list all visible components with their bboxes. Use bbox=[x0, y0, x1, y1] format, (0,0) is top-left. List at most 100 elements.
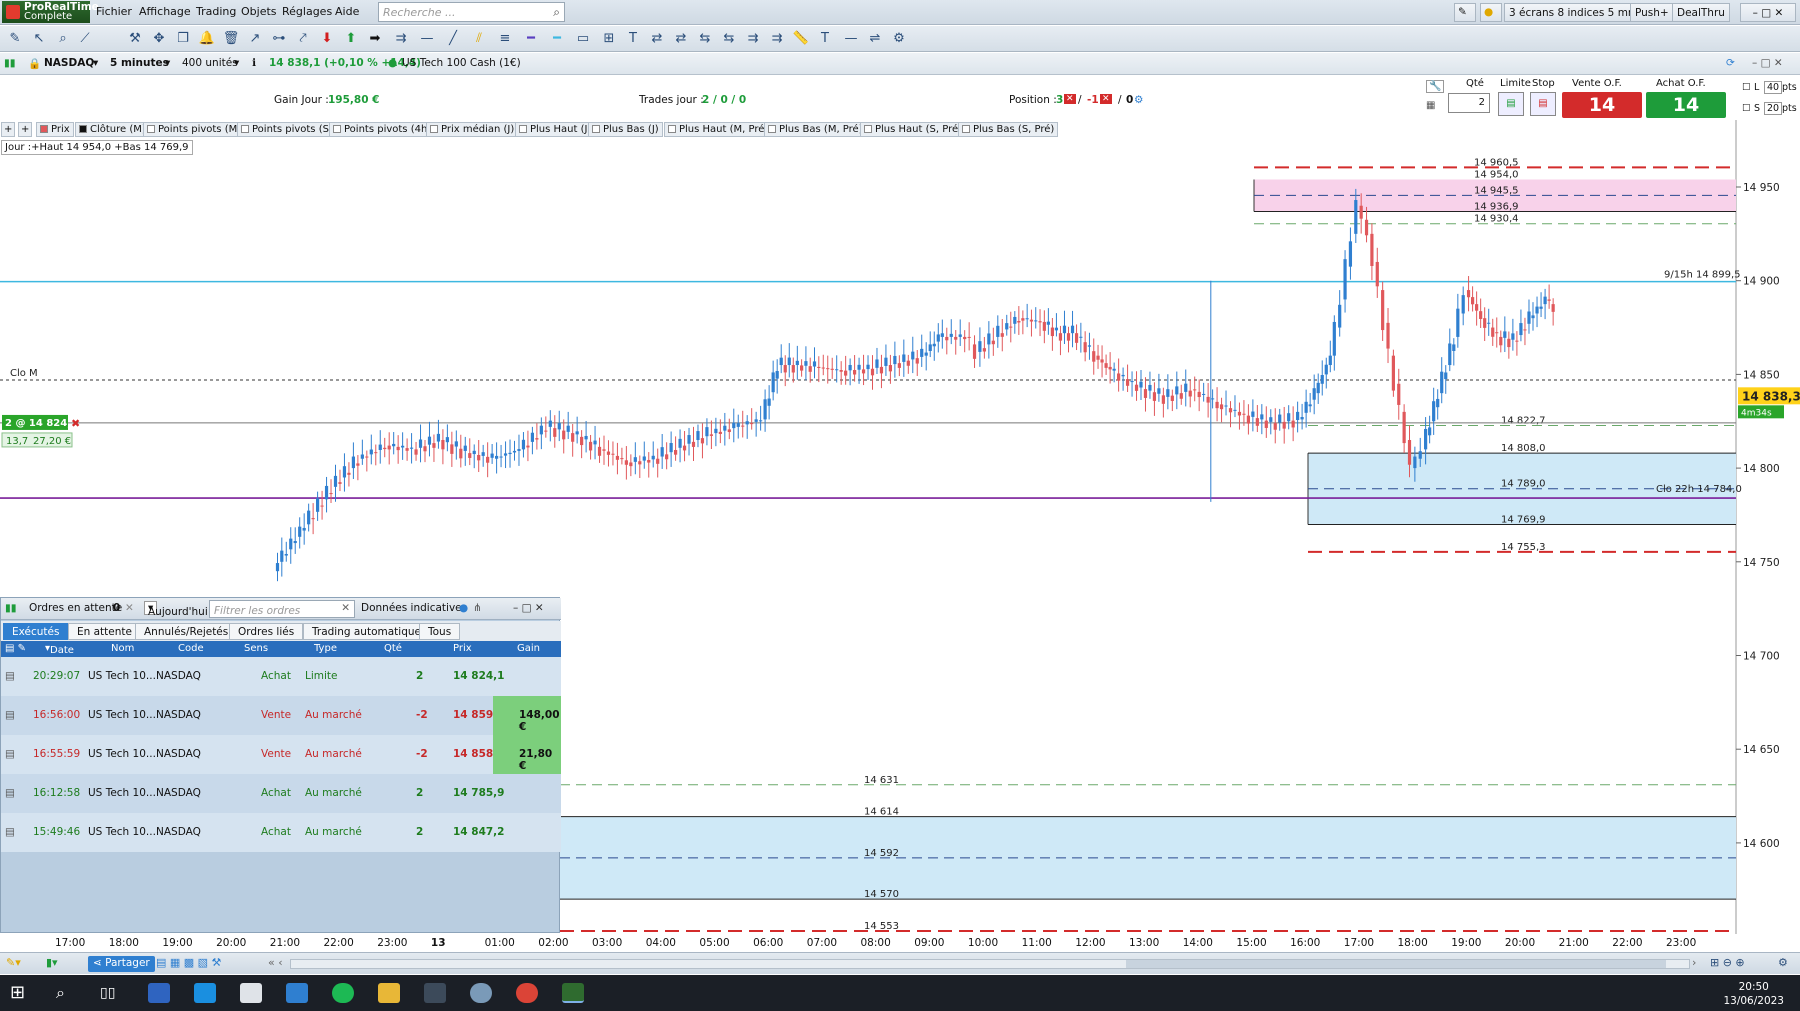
share-button[interactable]: ⋖ Partager bbox=[88, 956, 155, 972]
col-name[interactable]: Nom bbox=[111, 643, 134, 654]
ruler2-icon[interactable]: 📏 bbox=[792, 30, 810, 48]
legend-item[interactable]: Prix bbox=[36, 122, 74, 137]
add-indicator-icon[interactable]: + bbox=[1, 122, 16, 137]
level6-icon[interactable]: ⇉ bbox=[768, 30, 786, 48]
horizontal-line-blue-icon[interactable]: ━ bbox=[548, 30, 566, 48]
settings-wheel-icon[interactable]: ⚙ bbox=[890, 30, 908, 48]
up-arrow-icon[interactable]: ⬆ bbox=[342, 30, 360, 48]
position-settings-icon[interactable]: ⚙ bbox=[1134, 94, 1143, 106]
l-checkbox[interactable]: ☐ bbox=[1742, 82, 1751, 93]
lock-icon[interactable]: 🔒 bbox=[28, 57, 41, 70]
period-dropdown[interactable]: Aujourd'hui ▾ bbox=[144, 601, 208, 618]
ruler-icon[interactable]: ⟋ bbox=[76, 30, 94, 48]
limit-order-button[interactable]: ▤ bbox=[1498, 92, 1524, 116]
menu-fichier[interactable]: Fichier bbox=[96, 5, 132, 18]
multi-tool-icon[interactable]: ⊞ bbox=[600, 30, 618, 48]
word-icon[interactable] bbox=[148, 983, 170, 1003]
prorealtime-logo[interactable]: ProRealTime Complete bbox=[2, 1, 99, 23]
right-arrow-icon[interactable]: ➡ bbox=[366, 30, 384, 48]
search-input[interactable]: Recherche ... ⌕ bbox=[378, 2, 565, 22]
text2-icon[interactable]: T bbox=[816, 30, 834, 48]
wrench-icon[interactable]: 🔧 bbox=[1426, 80, 1445, 93]
legend-item[interactable]: Plus Bas (S, Pré) bbox=[958, 122, 1059, 137]
zoom-controls-icon[interactable]: ⊞ ⊖ ⊕ bbox=[1710, 956, 1745, 969]
settings-icon[interactable]: ⚙ bbox=[1778, 956, 1788, 969]
col-qty[interactable]: Qté bbox=[384, 643, 402, 654]
push-plus-button[interactable]: Push+ bbox=[1630, 3, 1674, 22]
level3-icon[interactable]: ⇆ bbox=[696, 30, 714, 48]
menu-reglages[interactable]: Réglages bbox=[282, 5, 332, 18]
units-dropdown-icon[interactable]: ▾ bbox=[234, 57, 239, 69]
rectangle-icon[interactable]: ▭ bbox=[574, 30, 592, 48]
sync-icon[interactable]: ⟳ bbox=[1726, 57, 1735, 69]
instrument-dropdown-icon[interactable]: ▾ bbox=[93, 57, 98, 69]
tab-ordres-lies[interactable]: Ordres liés bbox=[229, 623, 304, 640]
level5-icon[interactable]: ⇉ bbox=[744, 30, 762, 48]
legend-item[interactable]: Points pivots (M) bbox=[143, 122, 246, 137]
calculator-icon[interactable]: ▦ bbox=[1426, 100, 1435, 111]
table-row[interactable]: ▤ 16:12:58 US Tech 10... NASDAQ Achat Au marc… bbox=[1, 774, 561, 813]
mail-icon[interactable] bbox=[240, 983, 262, 1003]
task-view-icon[interactable]: ▯▯ bbox=[100, 983, 122, 1003]
channel-icon[interactable]: ⫽ bbox=[470, 30, 488, 48]
close-short-icon[interactable]: ✕ bbox=[1100, 94, 1112, 104]
legend-item[interactable]: Plus Haut (J) bbox=[515, 122, 596, 137]
chart-window-controls[interactable]: – □ ✕ bbox=[1752, 57, 1783, 69]
sell-button[interactable]: 14 837,6 bbox=[1562, 92, 1642, 142]
dealthru-button[interactable]: DealThru bbox=[1672, 3, 1730, 22]
layout-selector[interactable]: 3 écrans 8 indices 5 mn bbox=[1504, 3, 1640, 22]
windows-start-icon[interactable]: ⊞ bbox=[10, 983, 32, 1003]
text-icon[interactable]: T bbox=[624, 30, 642, 48]
menu-aide[interactable]: Aide bbox=[335, 5, 359, 18]
legend-item[interactable]: Clôture (M) bbox=[75, 122, 150, 137]
filter-clear-icon[interactable]: ✕ bbox=[341, 602, 350, 614]
level4-icon[interactable]: ⇆ bbox=[720, 30, 738, 48]
menu-objets[interactable]: Objets bbox=[241, 5, 277, 18]
tools-icon[interactable]: ⚒ bbox=[126, 30, 144, 48]
copy-icon[interactable]: ❐ bbox=[174, 30, 192, 48]
s-pts-input[interactable]: 20 bbox=[1764, 102, 1783, 115]
system-clock[interactable]: 20:50 13/06/2023 bbox=[1723, 980, 1784, 1008]
col-type[interactable]: Type bbox=[314, 643, 337, 654]
workspace-icon[interactable]: ✎▾ bbox=[6, 956, 21, 969]
bottom-tools-icon[interactable]: ▤ ▦ ▩ ▧ ⚒ bbox=[156, 956, 221, 969]
add-indicator-2-icon[interactable]: + bbox=[18, 122, 33, 137]
diagonal-icon[interactable]: ╱ bbox=[444, 30, 462, 48]
col-price[interactable]: Prix bbox=[453, 643, 472, 654]
settings-taskbar-icon[interactable] bbox=[470, 983, 492, 1003]
legend-item[interactable]: Plus Haut (S, Pré) bbox=[860, 122, 967, 137]
legend-item[interactable]: Points pivots (4h) bbox=[329, 122, 436, 137]
info-bubble-icon[interactable]: ● bbox=[459, 602, 468, 614]
legend-item[interactable]: Points pivots (S) bbox=[237, 122, 337, 137]
qty-input[interactable]: 2 bbox=[1448, 93, 1490, 113]
magic-tool-icon[interactable]: ✎ bbox=[1454, 3, 1476, 22]
scroll-left-icon[interactable]: « ‹ bbox=[268, 956, 283, 969]
tab-en-attente[interactable]: En attente bbox=[68, 623, 141, 640]
segment-icon[interactable]: ⊶ bbox=[270, 30, 288, 48]
trade-icon[interactable]: ⇌ bbox=[866, 30, 884, 48]
level-icon[interactable]: ⇄ bbox=[648, 30, 666, 48]
tab-annules[interactable]: Annulés/Rejetés bbox=[135, 623, 238, 640]
col-gain[interactable]: Gain bbox=[517, 643, 540, 654]
chrome-icon[interactable] bbox=[516, 983, 538, 1003]
col-code[interactable]: Code bbox=[178, 643, 204, 654]
chart-type-icon[interactable]: ▮▮ bbox=[4, 57, 16, 69]
pointer-icon[interactable]: ↖ bbox=[30, 30, 48, 48]
alert-bell-icon[interactable]: ● bbox=[1480, 3, 1502, 22]
down-arrow-icon[interactable]: ⬇ bbox=[318, 30, 336, 48]
alert-icon[interactable]: 🔔 bbox=[198, 30, 216, 48]
tab-trading-auto[interactable]: Trading automatique bbox=[303, 623, 430, 640]
trash-icon[interactable]: 🗑 bbox=[222, 30, 240, 48]
legend-item[interactable]: Plus Haut (M, Pré) bbox=[664, 122, 773, 137]
menu-trading[interactable]: Trading bbox=[196, 5, 236, 18]
search-icon[interactable]: ⌕ bbox=[553, 5, 560, 20]
move-icon[interactable]: ✥ bbox=[150, 30, 168, 48]
s-checkbox[interactable]: ☐ bbox=[1742, 103, 1751, 114]
hline-icon[interactable]: ⇉ bbox=[392, 30, 410, 48]
share-icon[interactable]: ⋔ bbox=[473, 602, 482, 614]
table-row[interactable]: ▤ 16:56:00 US Tech 10... NASDAQ Vente Au marc… bbox=[1, 696, 561, 735]
tab-executes[interactable]: Exécutés bbox=[3, 623, 69, 640]
scroll-right-icon[interactable]: › bbox=[1692, 956, 1696, 969]
level2-icon[interactable]: ⇄ bbox=[672, 30, 690, 48]
pencil-icon[interactable]: ✎ bbox=[6, 30, 24, 48]
